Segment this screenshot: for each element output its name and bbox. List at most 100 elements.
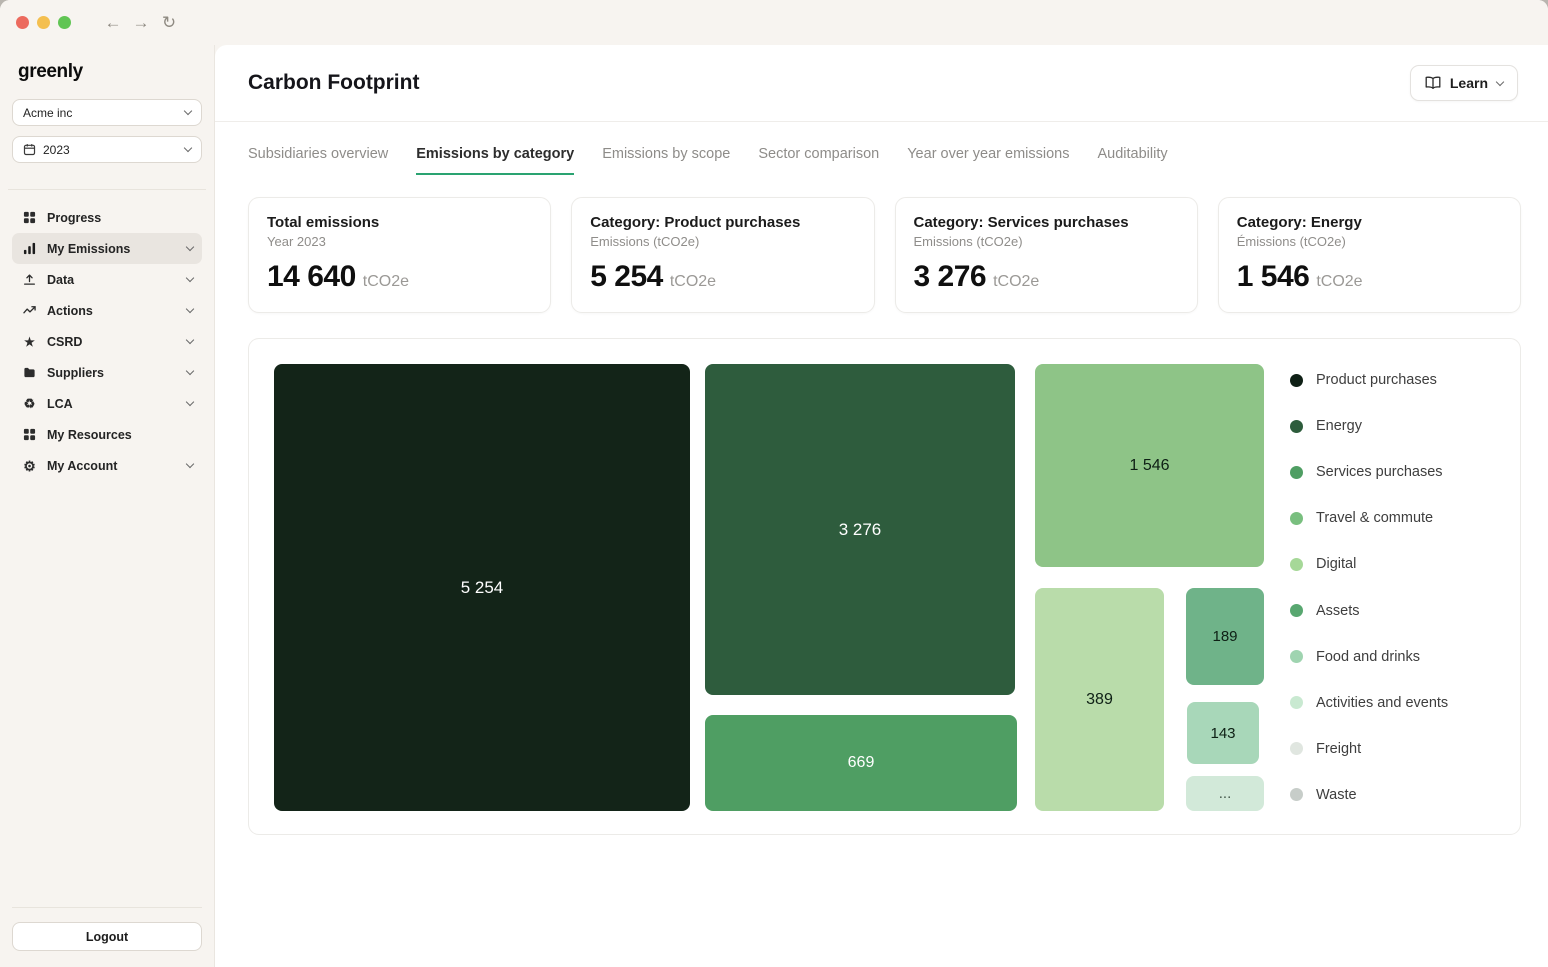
sidebar-item-lca[interactable]: ♻ LCA bbox=[12, 388, 202, 419]
reload-icon[interactable]: ↻ bbox=[155, 13, 183, 33]
treemap-block-product-purchases[interactable]: 5 254 bbox=[274, 364, 690, 811]
sidebar-item-my-account[interactable]: ⚙ My Account bbox=[12, 450, 202, 481]
legend-label: Activities and events bbox=[1316, 695, 1448, 711]
maximize-window-button[interactable] bbox=[58, 16, 71, 29]
page-header: Carbon Footprint Learn bbox=[215, 45, 1548, 122]
sidebar: greenly Acme inc 2023 Progress bbox=[0, 45, 215, 967]
legend-dot bbox=[1290, 788, 1303, 801]
stat-cards: Total emissions Year 2023 14 640 tCO2e C… bbox=[215, 175, 1548, 313]
treemap-block-assets[interactable]: 189 bbox=[1186, 588, 1264, 685]
treemap-legend: Product purchases Energy Services purcha… bbox=[1290, 364, 1495, 809]
activity-icon bbox=[21, 304, 38, 317]
treemap-block-services-purchases[interactable]: 3 276 bbox=[705, 364, 1015, 695]
sidebar-item-label: CSRD bbox=[47, 335, 82, 349]
tab-emissions-by-category[interactable]: Emissions by category bbox=[416, 146, 574, 175]
tab-bar: Subsidiaries overview Emissions by categ… bbox=[215, 122, 1548, 175]
chevron-down-icon bbox=[186, 336, 194, 344]
sidebar-item-actions[interactable]: Actions bbox=[12, 295, 202, 326]
sidebar-item-my-emissions[interactable]: My Emissions bbox=[12, 233, 202, 264]
treemap-block-travel-commute[interactable]: 669 bbox=[705, 715, 1017, 811]
treemap-chart-card: 5 254 3 276 669 1 546 389 189 143 ... Pr… bbox=[248, 338, 1521, 835]
tab-subsidiaries-overview[interactable]: Subsidiaries overview bbox=[248, 146, 388, 175]
sidebar-item-data[interactable]: Data bbox=[12, 264, 202, 295]
window-controls bbox=[16, 16, 71, 29]
legend-item: Travel & commute bbox=[1290, 510, 1495, 526]
legend-dot bbox=[1290, 420, 1303, 433]
legend-label: Product purchases bbox=[1316, 372, 1437, 388]
chevron-down-icon bbox=[186, 305, 194, 313]
chevron-down-icon bbox=[1496, 77, 1504, 85]
legend-dot bbox=[1290, 604, 1303, 617]
grid-icon bbox=[21, 428, 38, 441]
greenly-logo: greenly bbox=[18, 61, 196, 83]
legend-dot bbox=[1290, 742, 1303, 755]
sidebar-item-my-resources[interactable]: My Resources bbox=[12, 419, 202, 450]
stat-card-title: Total emissions bbox=[267, 214, 532, 231]
legend-dot bbox=[1290, 466, 1303, 479]
legend-item: Services purchases bbox=[1290, 464, 1495, 480]
page-title: Carbon Footprint bbox=[248, 71, 419, 95]
main-content: Carbon Footprint Learn Subsidiaries over… bbox=[215, 45, 1548, 967]
learn-button[interactable]: Learn bbox=[1410, 65, 1518, 101]
stat-card-value: 5 254 bbox=[590, 260, 663, 294]
stat-card-unit: tCO2e bbox=[670, 273, 716, 291]
legend-item: Digital bbox=[1290, 556, 1495, 572]
legend-dot bbox=[1290, 512, 1303, 525]
treemap-block-energy[interactable]: 1 546 bbox=[1035, 364, 1264, 567]
legend-label: Digital bbox=[1316, 556, 1356, 572]
treemap-block-other[interactable]: ... bbox=[1186, 776, 1264, 811]
stat-card-product-purchases: Category: Product purchases Emissions (t… bbox=[571, 197, 874, 313]
legend-label: Services purchases bbox=[1316, 464, 1443, 480]
treemap: 5 254 3 276 669 1 546 389 189 143 ... bbox=[274, 364, 1264, 811]
legend-item: Freight bbox=[1290, 741, 1495, 757]
sidebar-item-csrd[interactable]: ★ CSRD bbox=[12, 326, 202, 357]
stat-card-subtitle: Year 2023 bbox=[267, 234, 532, 249]
legend-label: Waste bbox=[1316, 787, 1357, 803]
sidebar-item-suppliers[interactable]: Suppliers bbox=[12, 357, 202, 388]
treemap-block-digital[interactable]: 389 bbox=[1035, 588, 1164, 811]
year-select[interactable]: 2023 bbox=[12, 136, 202, 163]
tab-year-over-year-emissions[interactable]: Year over year emissions bbox=[907, 146, 1069, 175]
sidebar-item-label: My Emissions bbox=[47, 242, 130, 256]
stat-card-title: Category: Product purchases bbox=[590, 214, 855, 231]
legend-label: Travel & commute bbox=[1316, 510, 1433, 526]
sidebar-item-label: LCA bbox=[47, 397, 73, 411]
stat-card-value: 1 546 bbox=[1237, 260, 1310, 294]
bar-chart-icon bbox=[21, 242, 38, 255]
learn-button-label: Learn bbox=[1450, 75, 1488, 91]
stat-card-unit: tCO2e bbox=[1316, 273, 1362, 291]
minimize-window-button[interactable] bbox=[37, 16, 50, 29]
chevron-down-icon bbox=[184, 107, 192, 115]
stat-card-title: Category: Energy bbox=[1237, 214, 1502, 231]
chevron-down-icon bbox=[186, 274, 194, 282]
treemap-block-food-and-drinks[interactable]: 143 bbox=[1187, 702, 1259, 764]
sidebar-divider bbox=[8, 189, 206, 190]
book-icon bbox=[1425, 76, 1441, 90]
stat-card-services-purchases: Category: Services purchases Emissions (… bbox=[895, 197, 1198, 313]
star-icon: ★ bbox=[21, 336, 38, 348]
close-window-button[interactable] bbox=[16, 16, 29, 29]
legend-item: Waste bbox=[1290, 787, 1495, 803]
forward-icon[interactable]: → bbox=[127, 13, 155, 33]
company-select[interactable]: Acme inc bbox=[12, 99, 202, 126]
sidebar-item-label: Data bbox=[47, 273, 74, 287]
chevron-down-icon bbox=[186, 243, 194, 251]
legend-label: Energy bbox=[1316, 418, 1362, 434]
stat-card-subtitle: Emissions (tCO2e) bbox=[914, 234, 1179, 249]
sidebar-item-label: My Account bbox=[47, 459, 117, 473]
logout-button[interactable]: Logout bbox=[12, 922, 202, 951]
legend-label: Assets bbox=[1316, 603, 1360, 619]
gear-icon: ⚙ bbox=[21, 459, 38, 473]
browser-toolbar: ← → ↻ bbox=[0, 0, 1548, 45]
tab-emissions-by-scope[interactable]: Emissions by scope bbox=[602, 146, 730, 175]
folder-icon bbox=[21, 366, 38, 379]
stat-card-unit: tCO2e bbox=[993, 273, 1039, 291]
tab-sector-comparison[interactable]: Sector comparison bbox=[758, 146, 879, 175]
sidebar-item-progress[interactable]: Progress bbox=[12, 202, 202, 233]
upload-icon bbox=[21, 273, 38, 286]
back-icon[interactable]: ← bbox=[99, 13, 127, 33]
tab-auditability[interactable]: Auditability bbox=[1097, 146, 1167, 175]
stat-card-subtitle: Émissions (tCO2e) bbox=[1237, 234, 1502, 249]
stat-card-value: 3 276 bbox=[914, 260, 987, 294]
stat-card-unit: tCO2e bbox=[363, 273, 409, 291]
